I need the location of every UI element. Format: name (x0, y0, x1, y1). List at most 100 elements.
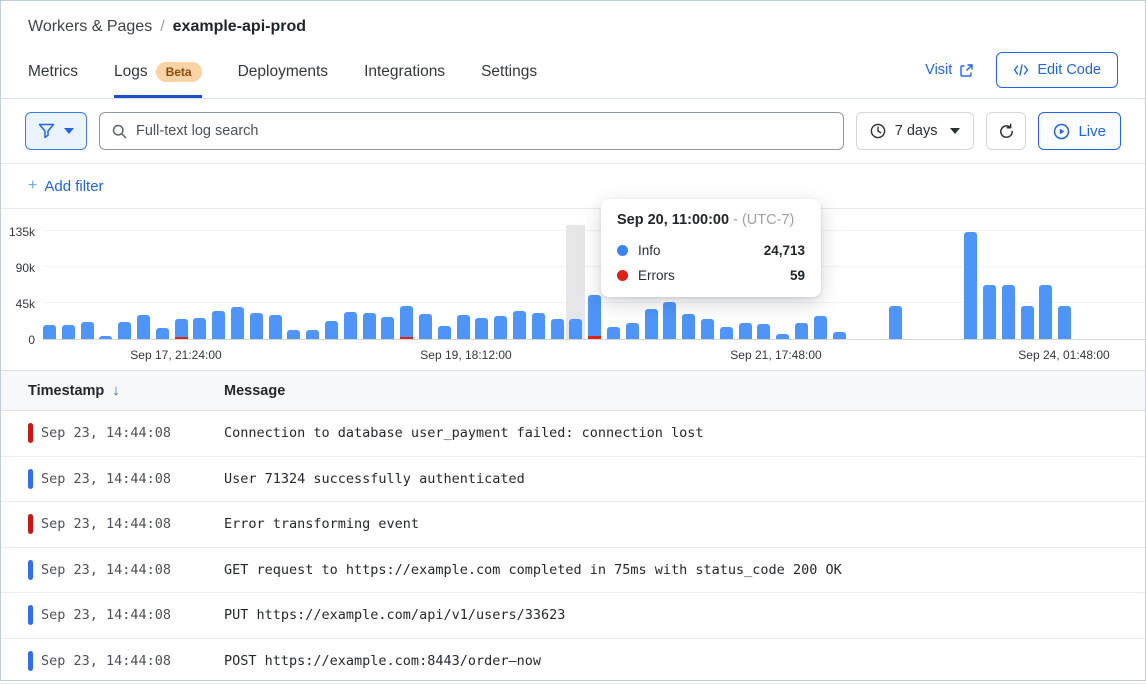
tooltip-time: Sep 20, 11:00:00 (617, 212, 729, 228)
log-volume-chart: 135k90k45k0 Sep 17, 21:24:00Sep 19, 18:1… (1, 209, 1145, 371)
tab-settings[interactable]: Settings (481, 62, 537, 98)
chart-bar[interactable] (457, 315, 470, 339)
chart-bar[interactable] (231, 307, 244, 339)
tabs: Metrics LogsBeta Deployments Integrations Se… (28, 62, 537, 98)
chart-bar[interactable] (663, 302, 676, 339)
info-level-indicator (28, 560, 33, 580)
chart-bar[interactable] (701, 319, 714, 339)
tooltip-timezone: - (UTC-7) (733, 212, 794, 228)
chart-bar[interactable] (795, 323, 808, 339)
chart-bar[interactable] (381, 317, 394, 339)
chart-bar[interactable] (99, 336, 112, 339)
time-range-select[interactable]: 7 days (856, 112, 975, 150)
x-tick-label: Sep 21, 17:48:00 (730, 348, 821, 362)
chart-bar[interactable] (62, 325, 75, 339)
chart-bar[interactable] (532, 313, 545, 339)
tab-integrations[interactable]: Integrations (364, 62, 445, 98)
log-row[interactable]: Sep 23, 14:44:08GET request to https://e… (1, 548, 1145, 594)
chart-bar[interactable] (964, 232, 977, 339)
chart-bar[interactable] (1039, 285, 1052, 339)
chart-bar[interactable] (569, 319, 582, 339)
table-body: Sep 23, 14:44:08Connection to database u… (1, 411, 1145, 684)
chart-bar[interactable] (175, 319, 188, 339)
add-filter-label: Add filter (44, 178, 103, 195)
message-cell: GET request to https://example.com compl… (224, 562, 842, 578)
tooltip-series-label: Info (638, 243, 661, 258)
chart-bar[interactable] (588, 295, 601, 339)
chart-bar[interactable] (137, 315, 150, 339)
chart-bar[interactable] (551, 319, 564, 339)
chart-bar[interactable] (682, 314, 695, 339)
chart-bar[interactable] (419, 314, 432, 339)
chart-bar[interactable] (739, 323, 752, 339)
chart-bar[interactable] (645, 309, 658, 339)
tab-label: Logs (114, 63, 148, 81)
gridline (43, 266, 1145, 267)
tooltip-legend: Info24,713Errors59 (617, 243, 805, 283)
chart-bar[interactable] (494, 316, 507, 339)
chart-bar[interactable] (833, 332, 846, 339)
sort-desc-icon[interactable]: ↓ (112, 382, 120, 399)
timestamp-cell: Sep 23, 14:44:08 (41, 653, 224, 669)
chart-bar[interactable] (814, 316, 827, 339)
chart-bar[interactable] (344, 312, 357, 339)
search-input[interactable] (136, 123, 831, 139)
chart-bar[interactable] (1058, 306, 1071, 339)
chart-bar[interactable] (212, 311, 225, 339)
chart-plot-area[interactable] (43, 225, 1145, 340)
chart-bar[interactable] (118, 322, 131, 339)
y-tick-label: 0 (1, 333, 35, 347)
add-filter-button[interactable]: + Add filter (28, 177, 104, 195)
error-level-indicator (28, 514, 33, 534)
chart-bar[interactable] (513, 311, 526, 339)
y-tick-label: 135k (1, 225, 35, 239)
refresh-button[interactable] (986, 112, 1026, 150)
tab-deployments[interactable]: Deployments (238, 62, 328, 98)
chart-bar[interactable] (306, 330, 319, 339)
log-row[interactable]: Sep 23, 14:44:08POST https://example.com… (1, 639, 1145, 684)
tooltip-row-info: Info24,713 (617, 243, 805, 258)
chart-bar[interactable] (43, 325, 56, 339)
chart-bar[interactable] (81, 322, 94, 339)
chart-bar[interactable] (250, 313, 263, 339)
chart-bar[interactable] (1021, 306, 1034, 339)
chart-bar[interactable] (193, 318, 206, 339)
tab-metrics[interactable]: Metrics (28, 62, 78, 98)
refresh-icon (998, 123, 1015, 140)
page-title: example-api-prod (173, 18, 306, 36)
chart-bar[interactable] (757, 324, 770, 339)
log-row[interactable]: Sep 23, 14:44:08User 71324 successfully … (1, 457, 1145, 503)
y-tick-label: 90k (1, 261, 35, 275)
message-cell: POST https://example.com:8443/order–now (224, 653, 541, 669)
chart-bar[interactable] (363, 313, 376, 339)
chart-bar[interactable] (325, 321, 338, 339)
chart-bar[interactable] (889, 306, 902, 339)
chart-bar[interactable] (438, 326, 451, 339)
time-range-value: 7 days (895, 123, 938, 139)
column-header-message[interactable]: Message (224, 383, 285, 399)
chart-bar[interactable] (720, 327, 733, 339)
chart-bar[interactable] (776, 334, 789, 339)
chart-bar[interactable] (607, 327, 620, 339)
edit-code-button[interactable]: Edit Code (996, 52, 1118, 88)
chart-bar[interactable] (983, 285, 996, 339)
filter-menu-button[interactable] (25, 112, 87, 150)
breadcrumb-section[interactable]: Workers & Pages (28, 18, 152, 36)
chart-bar[interactable] (287, 330, 300, 339)
log-table: Timestamp ↓ Message Sep 23, 14:44:08Conn… (1, 371, 1145, 684)
chart-bar[interactable] (269, 315, 282, 339)
tab-label: Deployments (238, 63, 328, 81)
visit-link[interactable]: Visit (925, 62, 974, 78)
log-row[interactable]: Sep 23, 14:44:08Connection to database u… (1, 411, 1145, 457)
chart-bar[interactable] (1002, 285, 1015, 339)
live-button[interactable]: Live (1038, 112, 1121, 150)
tab-logs[interactable]: LogsBeta (114, 62, 202, 98)
chart-bar[interactable] (475, 318, 488, 339)
chart-bar[interactable] (156, 328, 169, 339)
chevron-down-icon (950, 128, 960, 134)
chart-bar[interactable] (626, 323, 639, 339)
chart-bar[interactable] (400, 306, 413, 339)
log-row[interactable]: Sep 23, 14:44:08PUT https://example.com/… (1, 593, 1145, 639)
column-header-timestamp[interactable]: Timestamp ↓ (28, 382, 224, 399)
log-row[interactable]: Sep 23, 14:44:08Error transforming event (1, 502, 1145, 548)
